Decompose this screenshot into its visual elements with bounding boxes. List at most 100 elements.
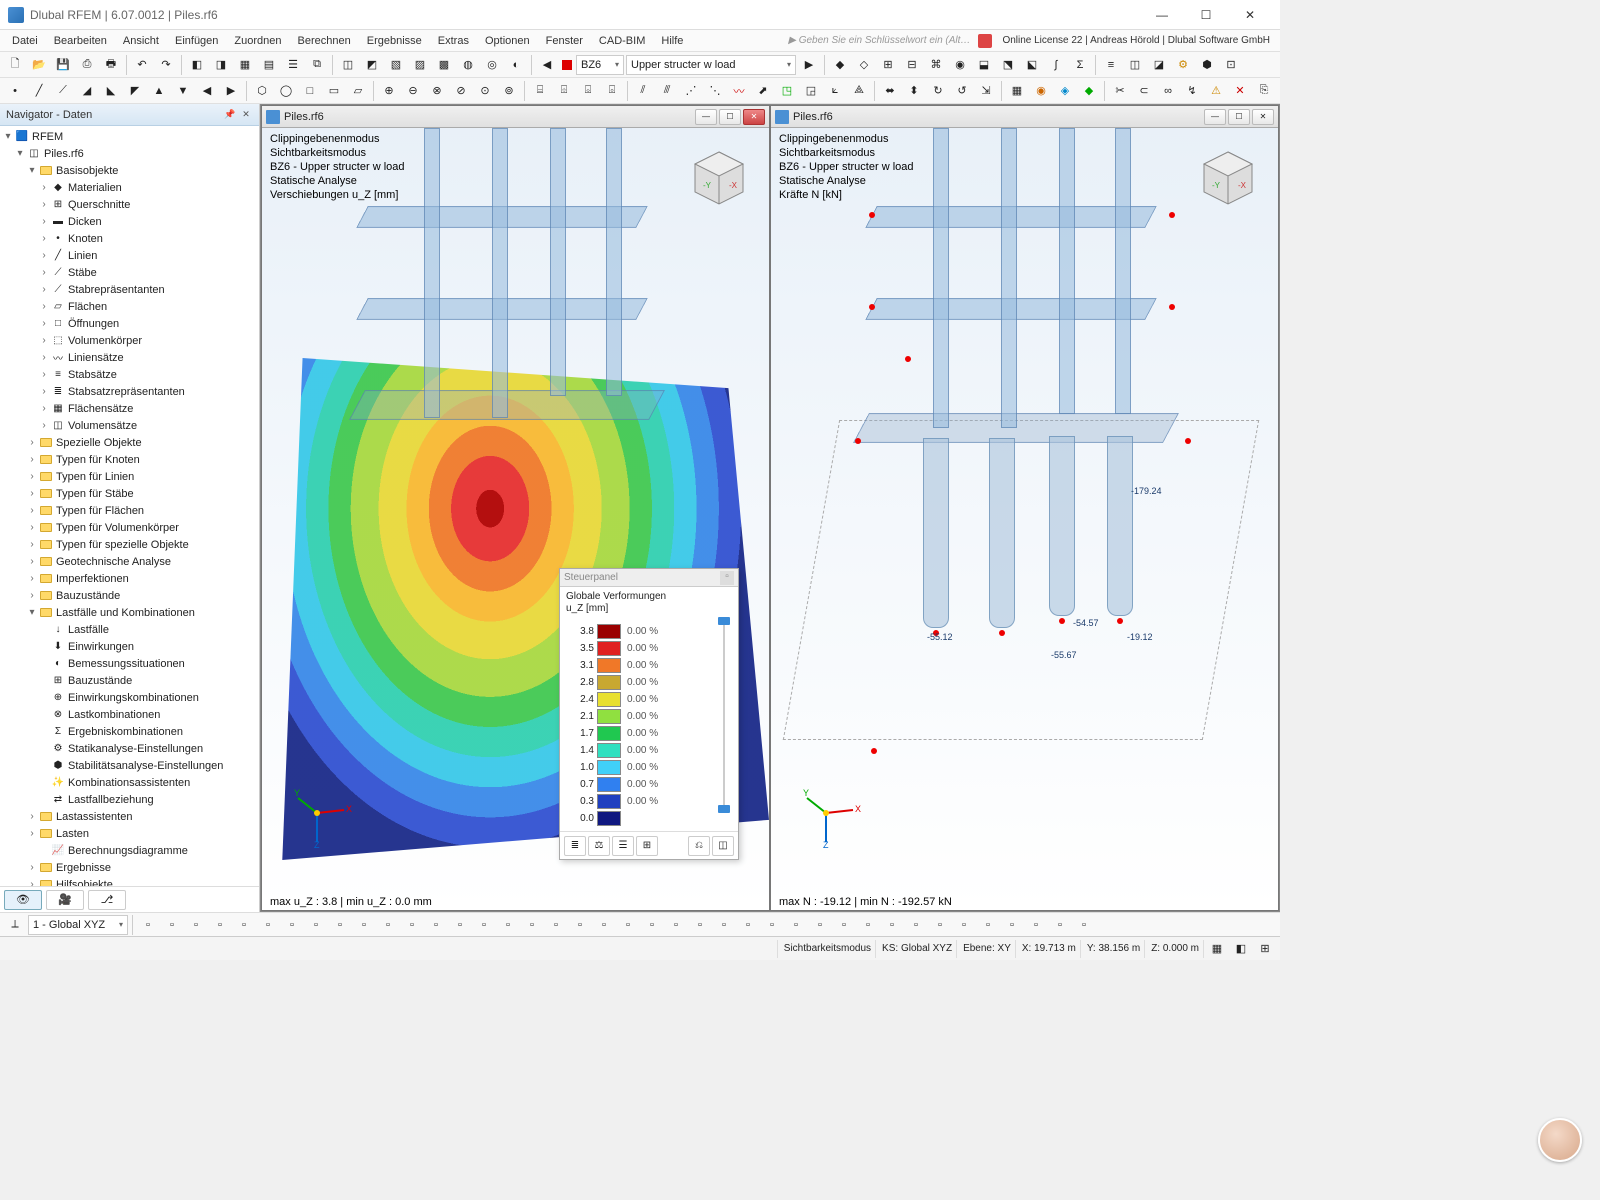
- menu-einfuegen[interactable]: Einfügen: [167, 33, 226, 49]
- camera-icon[interactable]: 🎥: [46, 890, 84, 910]
- tb-btn[interactable]: ⇲: [975, 80, 997, 102]
- control-panel[interactable]: Steuerpanel▫ Globale Verformungen u_Z [m…: [559, 568, 739, 860]
- tb-btn[interactable]: ◯: [275, 80, 297, 102]
- tb-btn[interactable]: ⬌: [879, 80, 901, 102]
- loadcase-dropdown[interactable]: BZ6: [576, 55, 624, 75]
- tb-btn[interactable]: ◢: [76, 80, 98, 102]
- maximize-button[interactable]: ☐: [1184, 1, 1228, 29]
- alert-icon[interactable]: [978, 34, 992, 48]
- tree-item[interactable]: ›□Öffnungen: [0, 315, 259, 332]
- tb-btn[interactable]: ⊖: [402, 80, 424, 102]
- tb-btn[interactable]: ⋱: [704, 80, 726, 102]
- tb-btn[interactable]: ⬓: [973, 54, 995, 76]
- save-as-icon[interactable]: ⎙: [76, 54, 98, 76]
- tb-btn[interactable]: ⊟: [901, 54, 923, 76]
- nav-prev-icon[interactable]: ◀: [536, 54, 558, 76]
- bbtn[interactable]: ▫: [1049, 914, 1071, 936]
- status-btn[interactable]: ▦: [1206, 938, 1228, 960]
- tree-item[interactable]: ›•Knoten: [0, 230, 259, 247]
- tree-loads[interactable]: ▾Lastfälle und Kombinationen: [0, 604, 259, 621]
- delete-icon[interactable]: ✕: [1229, 80, 1251, 102]
- tree-folder[interactable]: ›Typen für Stäbe: [0, 485, 259, 502]
- tree-folder[interactable]: ›Typen für Volumenkörper: [0, 519, 259, 536]
- tree-item[interactable]: ⊕Einwirkungskombinationen: [0, 689, 259, 706]
- tb-btn[interactable]: □: [299, 80, 321, 102]
- bbtn[interactable]: ▫: [1025, 914, 1047, 936]
- bbtn[interactable]: ▫: [209, 914, 231, 936]
- print-icon[interactable]: 🖶: [100, 54, 122, 76]
- tree-item[interactable]: ◐Bemessungssituationen: [0, 655, 259, 672]
- bbtn[interactable]: ▫: [881, 914, 903, 936]
- tb-btn[interactable]: ◨: [210, 54, 232, 76]
- tb-btn[interactable]: ⬍: [903, 80, 925, 102]
- tree-item[interactable]: ›◆Materialien: [0, 179, 259, 196]
- tb-btn[interactable]: ◍: [457, 54, 479, 76]
- line-icon[interactable]: ╱: [28, 80, 50, 102]
- tb-btn[interactable]: ▤: [258, 54, 280, 76]
- tb-btn[interactable]: ◆: [1078, 80, 1100, 102]
- bbtn[interactable]: ▫: [857, 914, 879, 936]
- tree-item[interactable]: ΣErgebniskombinationen: [0, 723, 259, 740]
- tree-folder[interactable]: ›Hilfsobjekte: [0, 876, 259, 886]
- bbtn[interactable]: ▫: [425, 914, 447, 936]
- menu-bearbeiten[interactable]: Bearbeiten: [46, 33, 115, 49]
- panel-btn[interactable]: ⚖: [588, 836, 610, 856]
- tb-btn[interactable]: ⎘: [1253, 80, 1275, 102]
- tb-btn[interactable]: ⊡: [1220, 54, 1242, 76]
- tb-btn[interactable]: ≡: [1100, 54, 1122, 76]
- keyword-search[interactable]: ▶ Geben Sie ein Schlüsselwort ein (Alt…: [784, 35, 974, 46]
- bbtn[interactable]: ▫: [665, 914, 687, 936]
- bbtn[interactable]: ▫: [401, 914, 423, 936]
- bbtn[interactable]: ▫: [161, 914, 183, 936]
- tree-item[interactable]: ›≡Stabsätze: [0, 366, 259, 383]
- tree-item[interactable]: ⬇Einwirkungen: [0, 638, 259, 655]
- tree-item[interactable]: ⇄Lastfallbeziehung: [0, 791, 259, 808]
- tb-btn[interactable]: ⬔: [997, 54, 1019, 76]
- tree-item[interactable]: 📈Berechnungsdiagramme: [0, 842, 259, 859]
- tb-btn[interactable]: ◩: [361, 54, 383, 76]
- tb-btn[interactable]: ∫: [1045, 54, 1067, 76]
- tree-basis[interactable]: ▾Basisobjekte: [0, 162, 259, 179]
- tree-item[interactable]: ›⟋Stabrepräsentanten: [0, 281, 259, 298]
- redo-icon[interactable]: ↷: [155, 54, 177, 76]
- bbtn[interactable]: ▫: [641, 914, 663, 936]
- tb-btn[interactable]: ⬢: [1196, 54, 1218, 76]
- tb-btn[interactable]: ▭: [323, 80, 345, 102]
- menu-fenster[interactable]: Fenster: [538, 33, 591, 49]
- panel-btn[interactable]: ⊞: [636, 836, 658, 856]
- panel-btn[interactable]: ≣: [564, 836, 586, 856]
- tb-btn[interactable]: ◈: [1054, 80, 1076, 102]
- tb-btn[interactable]: ▱: [347, 80, 369, 102]
- bbtn[interactable]: ▫: [785, 914, 807, 936]
- bbtn[interactable]: ▫: [137, 914, 159, 936]
- bbtn[interactable]: ▫: [497, 914, 519, 936]
- tb-btn[interactable]: ↻: [927, 80, 949, 102]
- tb-btn[interactable]: ⟀: [824, 80, 846, 102]
- tb-btn[interactable]: ◤: [124, 80, 146, 102]
- tb-btn[interactable]: ⌘: [925, 54, 947, 76]
- menu-ansicht[interactable]: Ansicht: [115, 33, 167, 49]
- tree-folder[interactable]: ›Geotechnische Analyse: [0, 553, 259, 570]
- tree-item[interactable]: ›▬Dicken: [0, 213, 259, 230]
- tb-btn[interactable]: ◣: [100, 80, 122, 102]
- bbtn[interactable]: ▫: [569, 914, 591, 936]
- tb-btn[interactable]: ⬈: [752, 80, 774, 102]
- calc-icon[interactable]: ⚙: [1172, 54, 1194, 76]
- menu-datei[interactable]: Datei: [4, 33, 46, 49]
- cs-dropdown[interactable]: 1 - Global XYZ: [28, 915, 128, 935]
- tree-item[interactable]: ›≣Stabsatzrepräsentanten: [0, 383, 259, 400]
- bbtn[interactable]: ▫: [809, 914, 831, 936]
- bbtn[interactable]: ▫: [473, 914, 495, 936]
- tb-btn[interactable]: ✂: [1109, 80, 1131, 102]
- sub-max-icon[interactable]: ☐: [719, 109, 741, 125]
- tb-btn[interactable]: ⌺: [577, 80, 599, 102]
- tree-folder[interactable]: ›Spezielle Objekte: [0, 434, 259, 451]
- tb-btn[interactable]: ◪: [1148, 54, 1170, 76]
- tb-btn[interactable]: ◧: [186, 54, 208, 76]
- bbtn[interactable]: ▫: [689, 914, 711, 936]
- menu-hilfe[interactable]: Hilfe: [653, 33, 691, 49]
- tree-item[interactable]: ⬢Stabilitätsanalyse-Einstellungen: [0, 757, 259, 774]
- panel-header[interactable]: Steuerpanel▫: [560, 569, 738, 587]
- tree-folder[interactable]: ›Imperfektionen: [0, 570, 259, 587]
- bbtn[interactable]: ▫: [521, 914, 543, 936]
